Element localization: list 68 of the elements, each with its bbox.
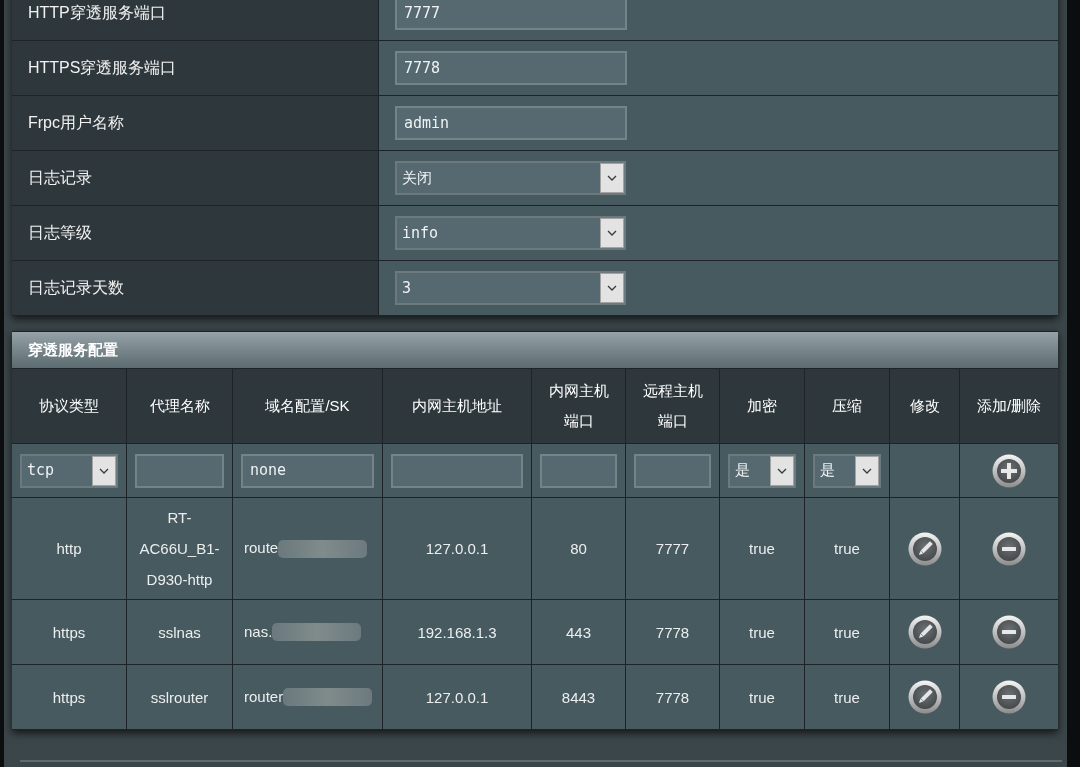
setting-label: 日志记录天数	[28, 278, 124, 298]
table-cell: true	[805, 498, 889, 599]
text-field[interactable]	[135, 453, 224, 488]
column-header: 加密	[720, 369, 804, 443]
text-field[interactable]	[540, 453, 617, 488]
table-cell: 443	[532, 600, 625, 664]
chevron-down-icon	[770, 455, 794, 486]
table-cell: https	[12, 600, 126, 664]
pencil-circle-icon[interactable]	[907, 531, 942, 566]
column-header: 添加/删除	[960, 369, 1058, 443]
table-cell: 192.168.1.3	[383, 600, 531, 664]
text-field[interactable]: admin	[395, 106, 627, 140]
minus-circle-icon[interactable]	[992, 615, 1026, 649]
table-cell: sslrouter	[127, 665, 232, 729]
dropdown[interactable]: tcp	[20, 453, 118, 488]
table-cell: 7778	[626, 600, 719, 664]
minus-circle-icon[interactable]	[992, 531, 1026, 566]
table-cell: true	[805, 665, 889, 729]
pencil-circle-icon[interactable]	[907, 615, 942, 649]
chevron-down-icon	[600, 218, 624, 248]
text-field[interactable]: 7777	[395, 0, 627, 30]
table-cell: true	[805, 600, 889, 664]
column-header: 代理名称	[127, 369, 232, 443]
table-cell: 127.0.0.1	[383, 498, 531, 599]
setting-label: Frpc用户名称	[28, 113, 124, 133]
table-cell: true	[720, 665, 804, 729]
domain-text: nas.	[244, 621, 273, 642]
setting-label: 日志等级	[28, 223, 92, 243]
setting-label: HTTPS穿透服务端口	[28, 58, 177, 78]
table-cell: http	[12, 498, 126, 599]
dropdown[interactable]: 是	[728, 453, 796, 488]
dropdown[interactable]: 关闭	[395, 161, 626, 195]
table-cell: 80	[532, 498, 625, 599]
column-header: 内网主机端口	[532, 369, 625, 443]
column-header: 修改	[890, 369, 959, 443]
text-field[interactable]	[634, 453, 711, 488]
chevron-down-icon	[855, 455, 879, 486]
chevron-down-icon	[600, 163, 624, 193]
column-header: 压缩	[805, 369, 889, 443]
minus-circle-icon[interactable]	[992, 680, 1026, 714]
text-field[interactable]: none	[241, 453, 374, 488]
dropdown[interactable]: info	[395, 216, 626, 250]
table-cell: sslnas	[127, 600, 232, 664]
table-cell: true	[720, 600, 804, 664]
setting-label: 日志记录	[28, 168, 92, 188]
table-cell: 7777	[626, 498, 719, 599]
domain-text: router	[244, 686, 284, 707]
setting-label: HTTP穿透服务端口	[28, 3, 166, 23]
section-title: 穿透服务配置	[28, 339, 118, 360]
table-cell: true	[720, 498, 804, 599]
table-cell: 7778	[626, 665, 719, 729]
pencil-circle-icon[interactable]	[907, 680, 942, 714]
table-cell: 127.0.0.1	[383, 665, 531, 729]
chevron-down-icon	[600, 273, 624, 303]
column-header: 远程主机端口	[626, 369, 719, 443]
column-header: 内网主机地址	[383, 369, 531, 443]
column-header: 协议类型	[12, 369, 126, 443]
domain-text: route	[244, 538, 279, 559]
dropdown[interactable]: 是	[813, 453, 881, 488]
plus-circle-icon[interactable]	[992, 453, 1026, 488]
table-cell: https	[12, 665, 126, 729]
dropdown[interactable]: 3	[395, 271, 626, 305]
text-field[interactable]	[391, 453, 523, 488]
table-cell: RT-AC66U_B1-D930-http	[127, 498, 232, 599]
text-field[interactable]: 7778	[395, 51, 627, 85]
column-header: 域名配置/SK	[233, 369, 382, 443]
chevron-down-icon	[92, 455, 116, 486]
table-cell: 8443	[532, 665, 625, 729]
